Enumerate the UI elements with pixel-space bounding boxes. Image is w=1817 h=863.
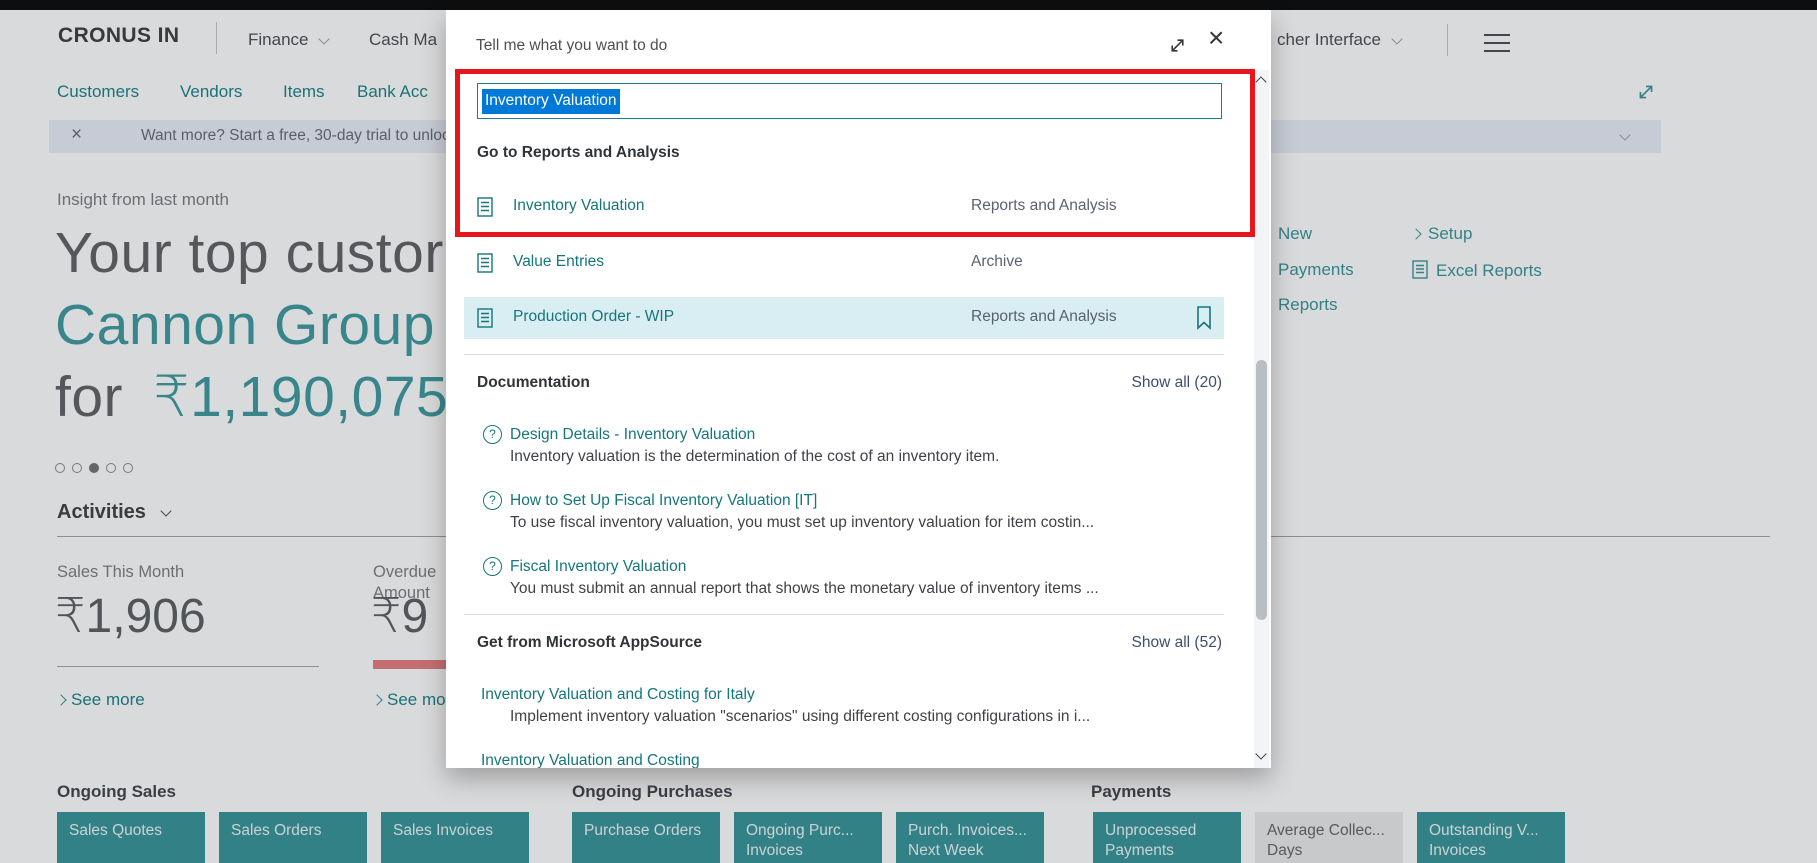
- tell-me-dialog: Tell me what you want to do × Inventory …: [446, 10, 1271, 768]
- report-icon: [477, 197, 493, 217]
- dialog-divider: [464, 614, 1224, 615]
- selected-search-text: Inventory Valuation: [482, 89, 620, 114]
- result-category: Reports and Analysis: [971, 197, 1117, 214]
- dialog-title: Tell me what you want to do: [476, 37, 668, 54]
- result-label: Production Order - WIP: [513, 308, 675, 325]
- result-label: Value Entries: [513, 253, 605, 270]
- doc-link[interactable]: Design Details - Inventory Valuation: [510, 426, 755, 444]
- section-heading-pages: Go to Reports and Analysis: [477, 144, 680, 161]
- result-category: Reports and Analysis: [971, 308, 1117, 325]
- help-icon: ?: [483, 425, 502, 444]
- appsource-link[interactable]: Inventory Valuation and Costing: [481, 752, 700, 768]
- report-icon: [477, 253, 493, 273]
- tell-me-search-input[interactable]: Inventory Valuation: [477, 83, 1222, 119]
- dialog-divider: [464, 354, 1224, 355]
- result-category: Archive: [971, 253, 1023, 270]
- scroll-down-icon[interactable]: [1255, 748, 1267, 760]
- close-dialog-icon[interactable]: ×: [1208, 24, 1224, 52]
- appsource-link[interactable]: Inventory Valuation and Costing for Ital…: [481, 686, 755, 704]
- expand-dialog-icon[interactable]: [1168, 36, 1187, 55]
- help-icon: ?: [483, 557, 502, 576]
- help-icon: ?: [483, 491, 502, 510]
- scrollbar-thumb[interactable]: [1256, 360, 1267, 620]
- doc-description: To use fiscal inventory valuation, you m…: [510, 514, 1095, 531]
- result-row-inventory-valuation[interactable]: Inventory Valuation Reports and Analysis: [464, 185, 1224, 229]
- appsource-description: Implement inventory valuation "scenarios…: [510, 708, 1091, 725]
- show-all-documentation[interactable]: Show all (20): [1132, 374, 1222, 392]
- doc-description: Inventory valuation is the determination…: [510, 448, 1000, 465]
- app-window: CRONUS IN Finance Cash Ma cher Interface…: [0, 0, 1817, 863]
- scroll-up-icon[interactable]: [1255, 76, 1267, 88]
- report-icon: [477, 308, 493, 328]
- section-heading-documentation: Documentation: [477, 374, 590, 391]
- doc-link[interactable]: Fiscal Inventory Valuation: [510, 558, 686, 576]
- result-label: Inventory Valuation: [513, 197, 645, 214]
- show-all-appsource[interactable]: Show all (52): [1132, 634, 1222, 652]
- dialog-scrollbar[interactable]: [1254, 70, 1269, 768]
- doc-link[interactable]: How to Set Up Fiscal Inventory Valuation…: [510, 492, 817, 510]
- bookmark-icon[interactable]: [1194, 305, 1214, 331]
- result-row-value-entries[interactable]: Value Entries Archive: [464, 241, 1224, 285]
- doc-description: You must submit an annual report that sh…: [510, 580, 1099, 597]
- section-heading-appsource: Get from Microsoft AppSource: [477, 634, 703, 651]
- result-row-production-order-wip[interactable]: Production Order - WIP Reports and Analy…: [464, 297, 1224, 339]
